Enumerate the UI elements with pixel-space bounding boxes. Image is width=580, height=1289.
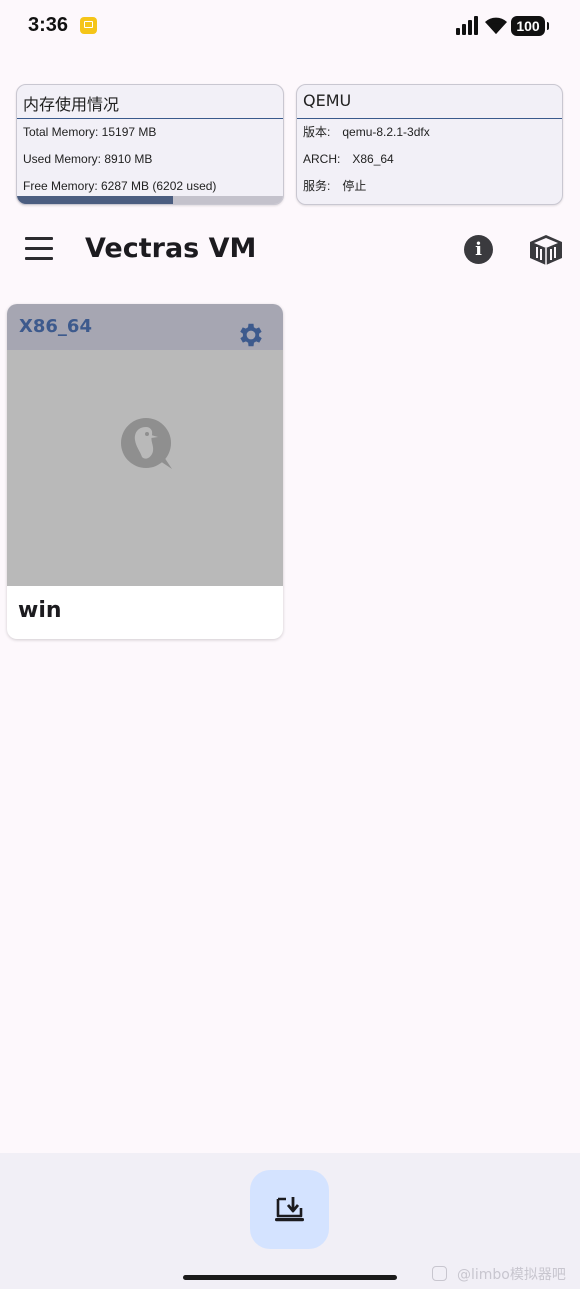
app-title: Vectras VM [85,233,257,264]
arch-label: ARCH: [303,152,341,166]
qemu-info-card: QEMU 版本: qemu-8.2.1-3dfx ARCH: X86_64 服务… [296,84,563,205]
gear-icon[interactable] [236,320,266,350]
signal-icon [456,16,478,35]
info-icon[interactable]: i [464,235,493,264]
used-memory: Used Memory: 8910 MB [23,152,153,166]
vm-name: win [18,598,62,623]
service-value: 停止 [342,179,367,193]
vm-card-header: X86_64 [7,304,283,350]
battery-indicator: 100 [511,16,549,36]
mail-icon [80,17,97,34]
app-toolbar: Vectras VM i [0,220,580,280]
vm-arch: X86_64 [19,316,92,337]
memory-usage-card: 内存使用情况 Total Memory: 15197 MB Used Memor… [16,84,284,205]
vm-card[interactable]: X86_64 win [7,304,283,639]
version-label: 版本: [303,125,331,139]
qemu-version-row: 版本: qemu-8.2.1-3dfx [297,119,562,146]
qemu-arch-row: ARCH: X86_64 [297,146,562,173]
version-value: qemu-8.2.1-3dfx [342,125,430,139]
qemu-card-title: QEMU [297,85,562,119]
vm-thumbnail [7,350,283,586]
arch-value: X86_64 [352,152,394,166]
memory-usage-bar-fill [17,196,173,204]
watermark: @limbo模拟器吧 [432,1264,566,1284]
status-bar: 3:36 100 [0,0,580,54]
memory-card-title: 内存使用情况 [17,85,283,119]
cube-icon[interactable] [529,234,563,266]
import-vm-icon [275,1197,304,1222]
qemu-logo-icon [121,418,172,469]
qemu-service-row: 服务: 停止 [297,173,562,200]
wifi-icon [485,17,507,34]
watermark-icon [432,1266,447,1281]
home-indicator[interactable] [183,1275,397,1280]
menu-icon[interactable] [25,237,53,261]
total-memory: Total Memory: 15197 MB [23,125,157,139]
status-time: 3:36 [28,14,69,36]
service-label: 服务: [303,179,331,193]
memory-usage-bar [17,196,283,204]
import-vm-button[interactable] [250,1170,329,1249]
watermark-text: @limbo模拟器吧 [457,1267,566,1283]
